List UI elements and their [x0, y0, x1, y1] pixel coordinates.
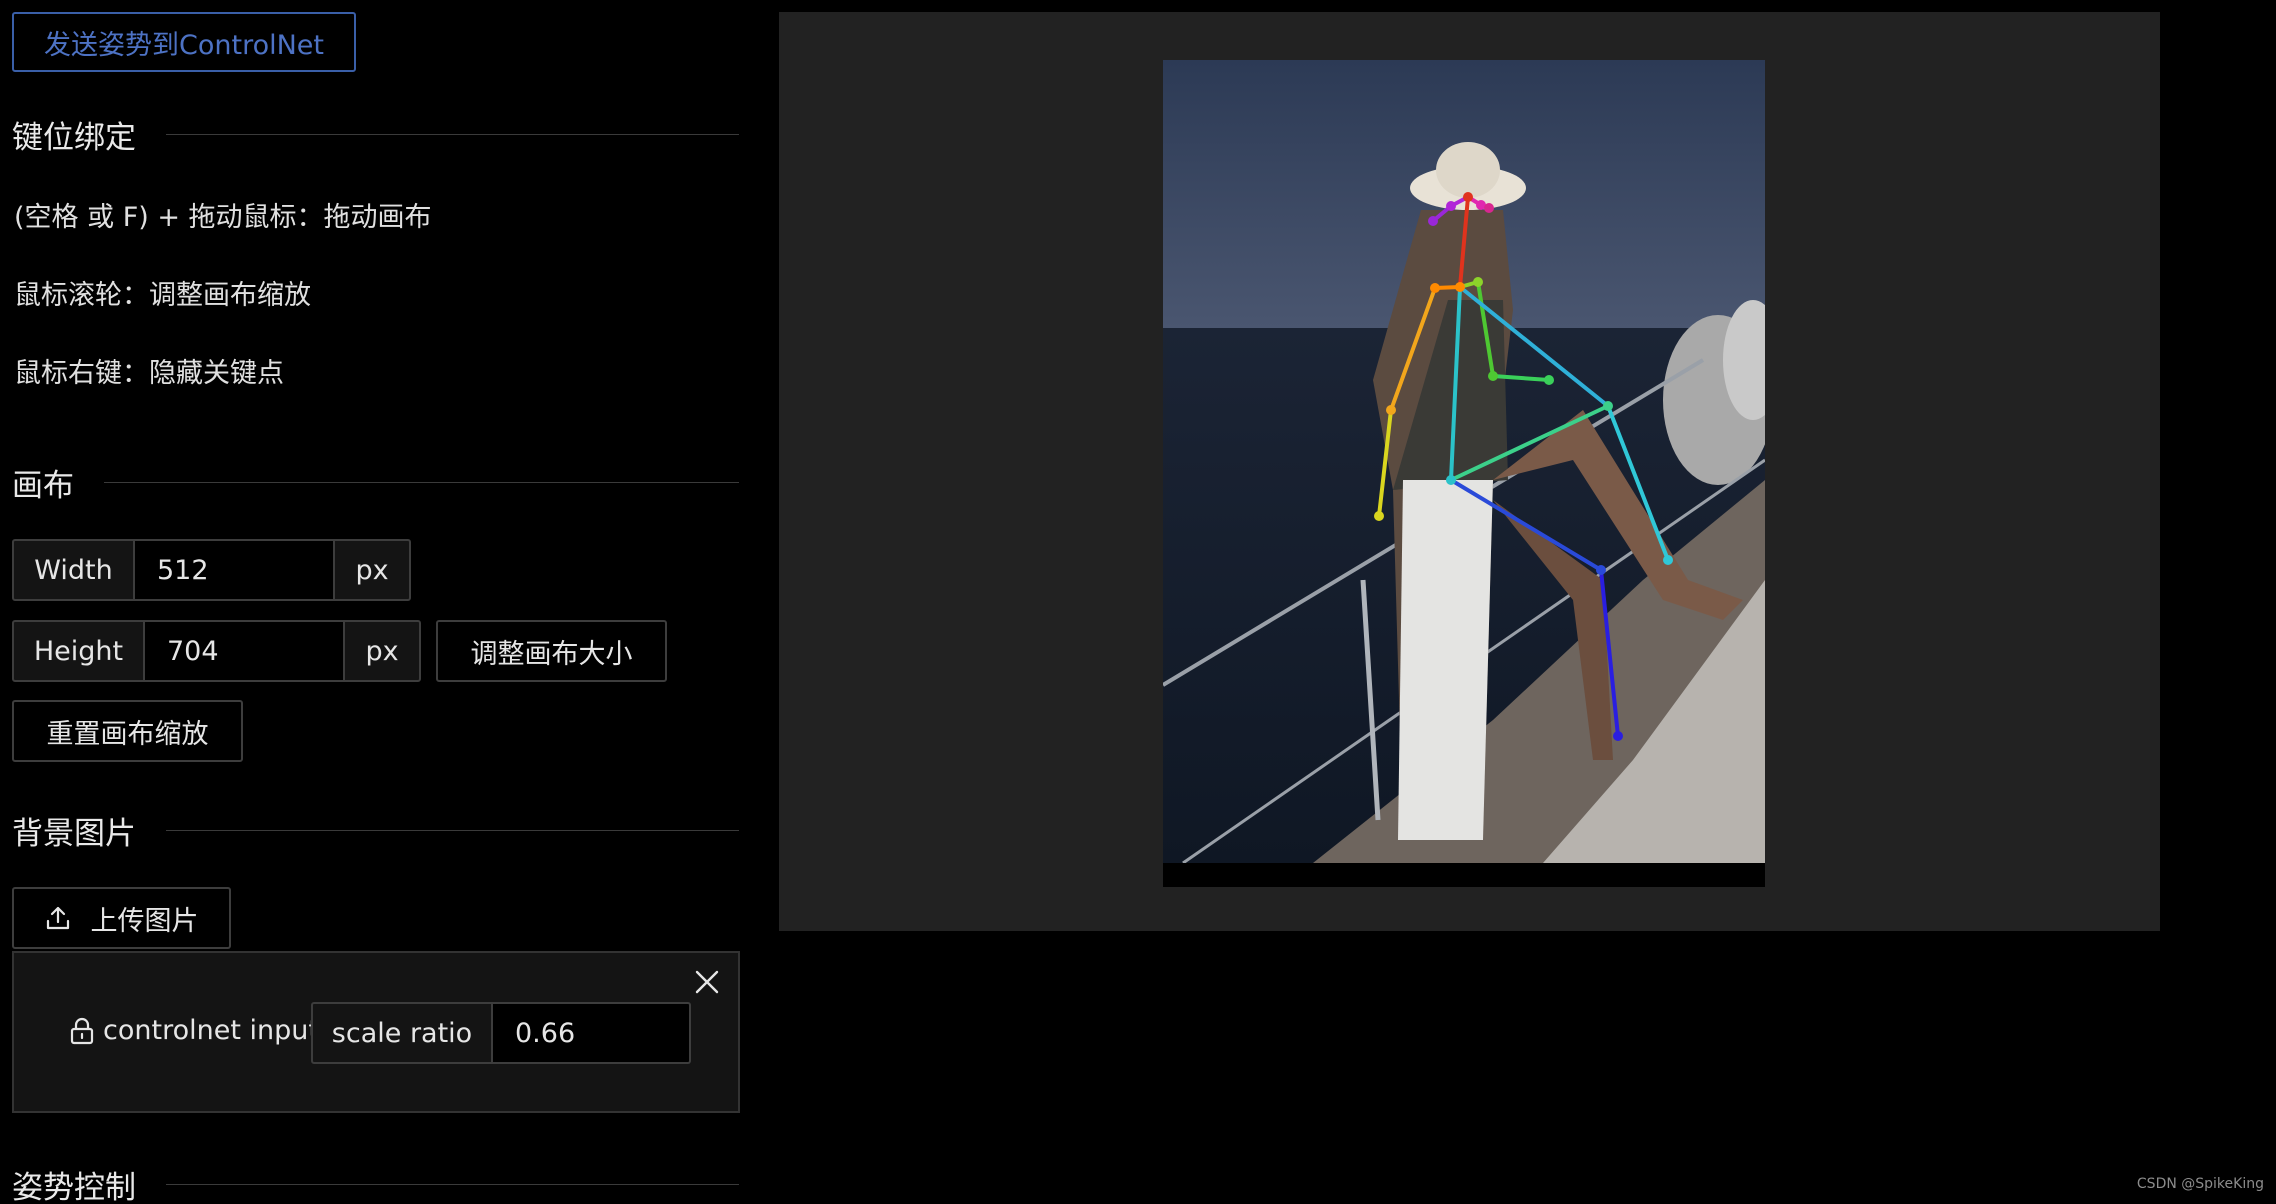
- keybind-title: 键位绑定: [12, 120, 136, 156]
- background-photo: [1163, 60, 1765, 887]
- height-input[interactable]: 704: [145, 620, 343, 682]
- reset-zoom-button[interactable]: 重置画布缩放: [12, 700, 243, 762]
- controlnet-input-toggle[interactable]: controlnet input: [69, 1015, 319, 1046]
- controlnet-input-label: controlnet input: [103, 1015, 319, 1046]
- keybind-hint-hide: 鼠标右键：隐藏关键点: [14, 358, 284, 389]
- upload-icon: [46, 906, 69, 930]
- scale-ratio-label: scale ratio: [311, 1002, 493, 1064]
- footer-credit: CSDN @SpikeKing: [2136, 1176, 2264, 1192]
- lock-icon: [70, 1017, 94, 1044]
- pose-title: 姿势控制: [12, 1170, 136, 1204]
- height-label: Height: [12, 620, 145, 682]
- height-input-group: Height 704 px: [12, 620, 421, 682]
- pose-divider: 姿势控制: [12, 1162, 739, 1204]
- width-input-group: Width 512 px: [12, 539, 411, 601]
- app-root: 发送姿势到ControlNet 键位绑定 (空格 或 F) + 拖动鼠标：拖动画…: [0, 0, 2276, 1204]
- canvas-divider: 画布: [12, 460, 739, 505]
- pose-canvas[interactable]: [1163, 60, 1765, 887]
- background-divider: 背景图片: [12, 808, 739, 853]
- upload-image-label: 上传图片: [90, 905, 199, 937]
- scale-ratio-input[interactable]: 0.66: [493, 1002, 691, 1064]
- height-unit: px: [343, 620, 421, 682]
- resize-canvas-button[interactable]: 调整画布大小: [436, 620, 667, 682]
- divider-line: [166, 134, 739, 135]
- background-title: 背景图片: [12, 816, 136, 852]
- divider-line: [104, 482, 739, 483]
- keybind-divider: 键位绑定: [12, 112, 739, 157]
- keybind-hint-drag: (空格 或 F) + 拖动鼠标：拖动画布: [14, 202, 432, 233]
- width-unit: px: [333, 539, 411, 601]
- canvas-viewport[interactable]: [779, 12, 2160, 931]
- canvas-title: 画布: [12, 468, 74, 504]
- upload-image-button[interactable]: 上传图片: [12, 887, 231, 949]
- background-image-card: controlnet input scale ratio 0.66: [12, 951, 740, 1113]
- divider-line: [166, 1184, 739, 1185]
- divider-line: [166, 830, 739, 831]
- send-to-controlnet-button[interactable]: 发送姿势到ControlNet: [12, 12, 356, 72]
- keybind-hint-zoom: 鼠标滚轮：调整画布缩放: [14, 280, 311, 311]
- width-input[interactable]: 512: [135, 539, 333, 601]
- width-label: Width: [12, 539, 135, 601]
- scale-ratio-group: scale ratio 0.66: [311, 1002, 691, 1064]
- close-icon[interactable]: [694, 969, 720, 995]
